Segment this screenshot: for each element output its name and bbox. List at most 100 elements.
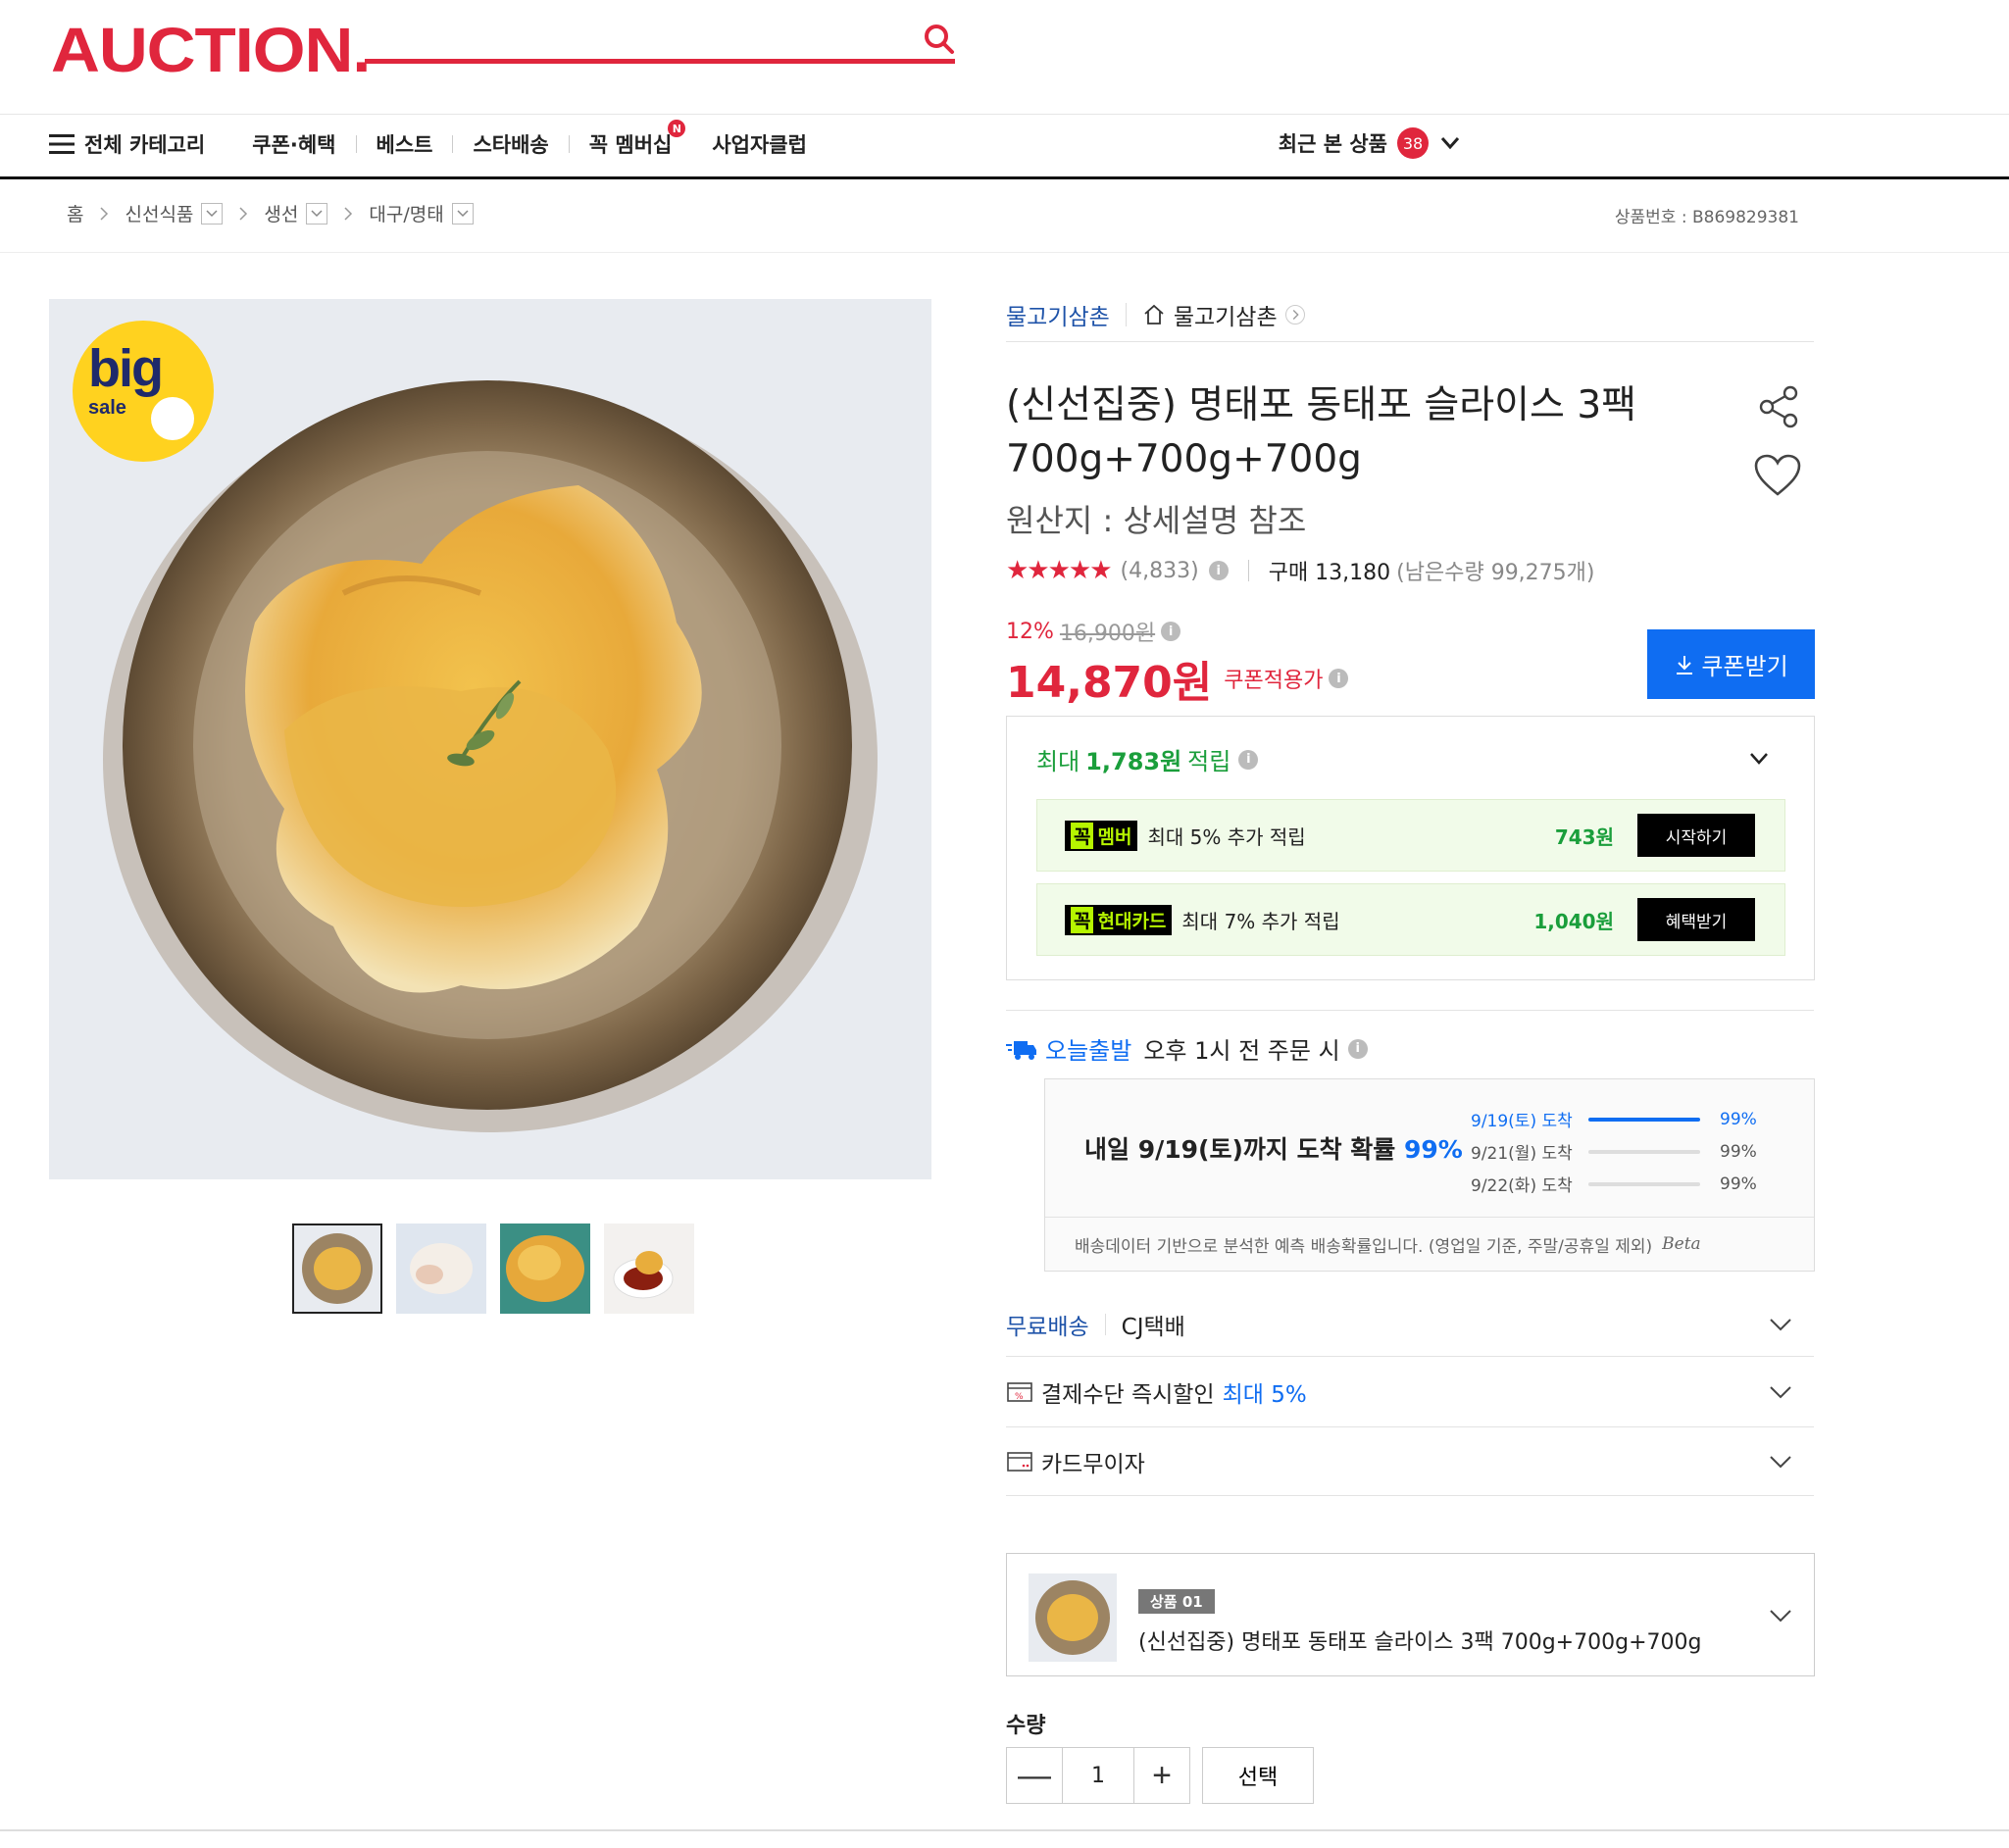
- rewards-header[interactable]: 최대 1,783원 적립 i: [1036, 742, 1259, 776]
- heart-icon[interactable]: [1753, 453, 1802, 498]
- breadcrumb-fish[interactable]: 생선: [264, 200, 298, 226]
- nav-item-business-club[interactable]: 사업자클럽: [712, 129, 807, 159]
- purchase-count: 구매 13,180: [1268, 561, 1391, 585]
- chevron-down-icon: [1770, 1385, 1791, 1398]
- chevron-right-icon[interactable]: [1284, 305, 1305, 325]
- thumbnail-1[interactable]: [292, 1224, 382, 1314]
- truck-icon: [1006, 1040, 1036, 1060]
- all-categories-button[interactable]: 전체 카테고리: [49, 129, 205, 159]
- breadcrumb-dropdown[interactable]: [451, 202, 474, 225]
- probability-bar: [1588, 1181, 1700, 1186]
- probability-bar-fill: [1588, 1117, 1700, 1122]
- coupon-applied-label: 쿠폰적용가: [1224, 669, 1324, 693]
- discount-row: 12% 16,900원 i: [1006, 616, 1181, 647]
- breadcrumb-divider: [0, 252, 2009, 253]
- store-link[interactable]: 물고기삼촌: [1174, 298, 1278, 331]
- rewards-box: 최대 1,783원 적립 i 꼭 멤버 최대 5% 추가 적립 743원 시작하기…: [1006, 716, 1815, 980]
- option-number-tag: 상품 01: [1138, 1589, 1215, 1614]
- delivery-row: 9/21(월) 도착 99%: [1471, 1135, 1757, 1168]
- review-count[interactable]: (4,833): [1121, 559, 1199, 583]
- nav-item-best[interactable]: 베스트: [377, 129, 433, 159]
- get-benefit-button[interactable]: 혜택받기: [1637, 898, 1755, 941]
- interest-free-row[interactable]: 카드무이자: [1006, 1427, 1814, 1496]
- page-bottom-divider: [0, 1829, 2009, 1831]
- get-coupon-button[interactable]: 쿠폰받기: [1647, 629, 1815, 699]
- thumbnail-2[interactable]: [396, 1224, 486, 1314]
- quantity-label: 수량: [1006, 1714, 1046, 1738]
- thumbnail-4[interactable]: [604, 1224, 694, 1314]
- credit-card-icon: [1007, 1451, 1032, 1472]
- thumbnail-3[interactable]: [500, 1224, 590, 1314]
- select-button[interactable]: 선택: [1202, 1747, 1314, 1804]
- reward-text: 최대 7% 추가 적립: [1181, 909, 1340, 933]
- seller-link[interactable]: 물고기삼촌: [1006, 298, 1110, 331]
- chevron-down-icon: [1440, 137, 1460, 150]
- chevron-down-icon: [1770, 1318, 1791, 1330]
- breadcrumb-dropdown[interactable]: [306, 202, 328, 225]
- recent-viewed-button[interactable]: 최근 본 상품 38: [1279, 127, 1460, 159]
- rewards-suffix: 적립: [1187, 748, 1231, 775]
- thumbnail-image: [294, 1225, 380, 1312]
- probability-bar: [1588, 1149, 1700, 1154]
- rewards-amount: 1,783원: [1085, 748, 1182, 775]
- membership-tag: 꼭 멤버: [1065, 820, 1138, 851]
- delivery-date: 9/22(화) 도착: [1471, 1176, 1573, 1196]
- divider: [1006, 341, 1814, 342]
- big-sale-badge: big sale: [73, 321, 214, 462]
- rating-separator: [1247, 560, 1249, 581]
- get-coupon-label: 쿠폰받기: [1701, 654, 1788, 680]
- rewards-prefix: 최대: [1036, 748, 1080, 775]
- delivery-row: 9/22(화) 도착 99%: [1471, 1168, 1757, 1200]
- breadcrumb-cod-pollock[interactable]: 대구/명태: [369, 200, 443, 226]
- chevron-down-icon[interactable]: [1749, 752, 1769, 766]
- nav-item-coupon[interactable]: 쿠폰·혜택: [252, 129, 335, 159]
- auction-logo[interactable]: AUCTION.: [51, 14, 371, 86]
- delivery-date: 9/21(월) 도착: [1471, 1144, 1573, 1164]
- quantity-value[interactable]: 1: [1063, 1747, 1133, 1804]
- main-nav: 전체 카테고리 쿠폰·혜택 베스트 스타배송 꼭 멤버십 N 사업자클럽: [49, 120, 807, 161]
- decrease-quantity-button[interactable]: —: [1006, 1747, 1063, 1804]
- chevron-right-icon: [100, 206, 109, 221]
- breadcrumb-dropdown[interactable]: [201, 202, 224, 225]
- shipping-option-row[interactable]: 무료배송 CJ택배: [1006, 1292, 1814, 1357]
- product-main-image[interactable]: big sale: [49, 299, 931, 1179]
- reward-amount: 1,040원: [1533, 909, 1614, 933]
- delivery-probability-box: 내일 9/19(토)까지 도착 확률 99% 9/19(토) 도착 99% 9/…: [1044, 1078, 1815, 1272]
- nav-item-membership[interactable]: 꼭 멤버십 N: [589, 120, 686, 159]
- breadcrumb-home[interactable]: 홈: [67, 200, 83, 226]
- chevron-right-icon: [239, 206, 248, 221]
- product-number: 상품번호 : B869829381: [1614, 208, 1799, 227]
- probability-bar: [1588, 1117, 1700, 1122]
- nav-item-label: 스타배송: [473, 133, 549, 157]
- product-title: (신선집중) 명태포 동태포 슬라이스 3팩 700g+700g+700g: [1006, 383, 1637, 481]
- recent-count-badge: 38: [1397, 127, 1429, 159]
- breadcrumb-fresh-food[interactable]: 신선식품: [125, 200, 193, 226]
- delivery-probability-list: 9/19(토) 도착 99% 9/21(월) 도착 99% 9/22(화) 도착…: [1471, 1103, 1757, 1200]
- chevron-down-icon: [206, 209, 218, 217]
- reward-tag-label: 멤버: [1097, 825, 1132, 848]
- nav-separator: [568, 135, 570, 153]
- delivery-date: 9/19(토) 도착: [1471, 1112, 1573, 1131]
- increase-quantity-button[interactable]: +: [1133, 1747, 1190, 1804]
- share-icon[interactable]: [1757, 384, 1802, 429]
- big-sale-badge-subtext: sale: [88, 397, 126, 419]
- payment-discount-label: 결제수단 즉시할인: [1041, 1381, 1215, 1408]
- payment-discount-row[interactable]: % 결제수단 즉시할인 최대 5%: [1006, 1357, 1814, 1427]
- thumbnail-image: [396, 1224, 486, 1314]
- reward-text: 최대 5% 추가 적립: [1147, 824, 1306, 849]
- search-input[interactable]: [365, 59, 955, 64]
- search-icon[interactable]: [922, 22, 957, 57]
- chevron-down-icon: [1770, 1455, 1791, 1468]
- info-icon[interactable]: i: [1347, 1038, 1368, 1059]
- delivery-percent: 99%: [1720, 1174, 1757, 1194]
- info-icon[interactable]: i: [1329, 669, 1349, 688]
- info-icon[interactable]: i: [1161, 622, 1181, 641]
- start-membership-button[interactable]: 시작하기: [1637, 814, 1755, 857]
- info-icon[interactable]: i: [1238, 749, 1259, 770]
- nav-item-star-delivery[interactable]: 스타배송: [473, 129, 548, 159]
- selected-product-option[interactable]: 상품 01 (신선집중) 명태포 동태포 슬라이스 3팩 700g+700g+7…: [1006, 1553, 1815, 1676]
- info-icon[interactable]: i: [1208, 561, 1229, 580]
- reward-tag-prefix: 꼭: [1071, 822, 1094, 849]
- home-icon: [1144, 304, 1164, 325]
- product-thumbnails: [292, 1224, 694, 1314]
